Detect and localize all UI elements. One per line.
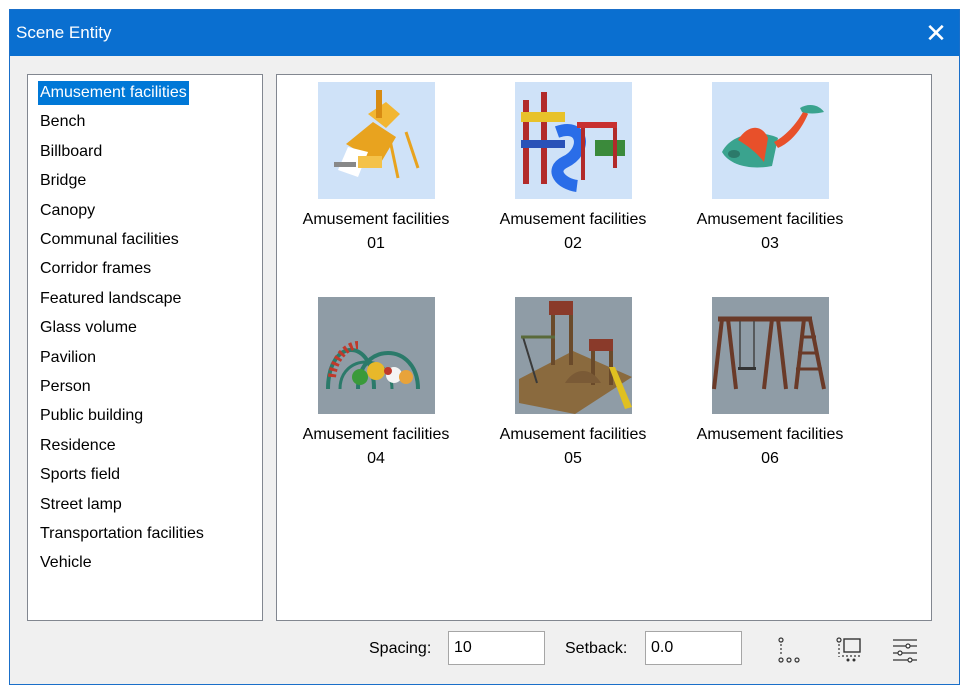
category-item-street-lamp[interactable]: Street lamp [38, 493, 124, 517]
category-item-featured-landscape[interactable]: Featured landscape [38, 287, 183, 311]
entity-label: Amusement facilities 03 [696, 211, 844, 252]
category-item-glass-volume[interactable]: Glass volume [38, 316, 139, 340]
entity-tile-06[interactable]: Amusement facilities 06 [672, 297, 868, 471]
setback-label: Setback: [565, 640, 628, 657]
category-item-canopy[interactable]: Canopy [38, 199, 97, 223]
entity-thumbnail [514, 82, 632, 199]
category-item-public-building[interactable]: Public building [38, 404, 145, 428]
spacing-label: Spacing: [369, 640, 432, 657]
entity-thumbnail [711, 82, 829, 199]
entity-tile-03[interactable]: Amusement facilities 03 [672, 82, 868, 256]
entity-thumbnail [514, 297, 632, 414]
spacing-input[interactable] [448, 631, 545, 665]
setback-input[interactable] [645, 631, 742, 665]
place-entity-icon[interactable] [834, 635, 864, 665]
category-item-billboard[interactable]: Billboard [38, 140, 104, 164]
close-icon[interactable]: ✕ [913, 10, 959, 56]
entity-grid: Amusement facilities 01 Amusement facilit… [276, 74, 932, 621]
entity-label: Amusement facilities 02 [499, 211, 647, 252]
entity-tile-05[interactable]: Amusement facilities 05 [475, 297, 671, 471]
category-list: Amusement facilities Bench Billboard Bri… [27, 74, 263, 621]
entity-label: Amusement facilities 06 [696, 426, 844, 467]
entity-label: Amusement facilities 04 [302, 426, 450, 467]
category-item-bench[interactable]: Bench [38, 110, 87, 134]
category-item-amusement-facilities[interactable]: Amusement facilities [38, 81, 189, 105]
entity-thumbnail [317, 82, 435, 199]
category-item-sports-field[interactable]: Sports field [38, 463, 122, 487]
entity-thumbnail [317, 297, 435, 414]
entity-thumbnail [711, 297, 829, 414]
entity-tile-01[interactable]: Amusement facilities 01 [278, 82, 474, 256]
category-item-pavilion[interactable]: Pavilion [38, 346, 98, 370]
entity-label: Amusement facilities 05 [499, 426, 647, 467]
title-bar: Scene Entity ✕ [10, 10, 959, 56]
category-item-bridge[interactable]: Bridge [38, 169, 88, 193]
category-item-transportation-facilities[interactable]: Transportation facilities [38, 522, 206, 546]
distribute-settings-icon[interactable] [890, 635, 920, 665]
window-title: Scene Entity [16, 23, 112, 42]
entity-label: Amusement facilities 01 [302, 211, 450, 252]
category-item-communal-facilities[interactable]: Communal facilities [38, 228, 181, 252]
category-item-residence[interactable]: Residence [38, 434, 118, 458]
entity-tile-02[interactable]: Amusement facilities 02 [475, 82, 671, 256]
vertical-spacing-icon[interactable] [775, 635, 805, 665]
entity-tile-04[interactable]: Amusement facilities 04 [278, 297, 474, 471]
category-item-person[interactable]: Person [38, 375, 93, 399]
category-item-corridor-frames[interactable]: Corridor frames [38, 257, 153, 281]
category-item-vehicle[interactable]: Vehicle [38, 551, 94, 575]
scene-entity-dialog: Scene Entity ✕ Amusement facilities Benc… [9, 9, 960, 685]
